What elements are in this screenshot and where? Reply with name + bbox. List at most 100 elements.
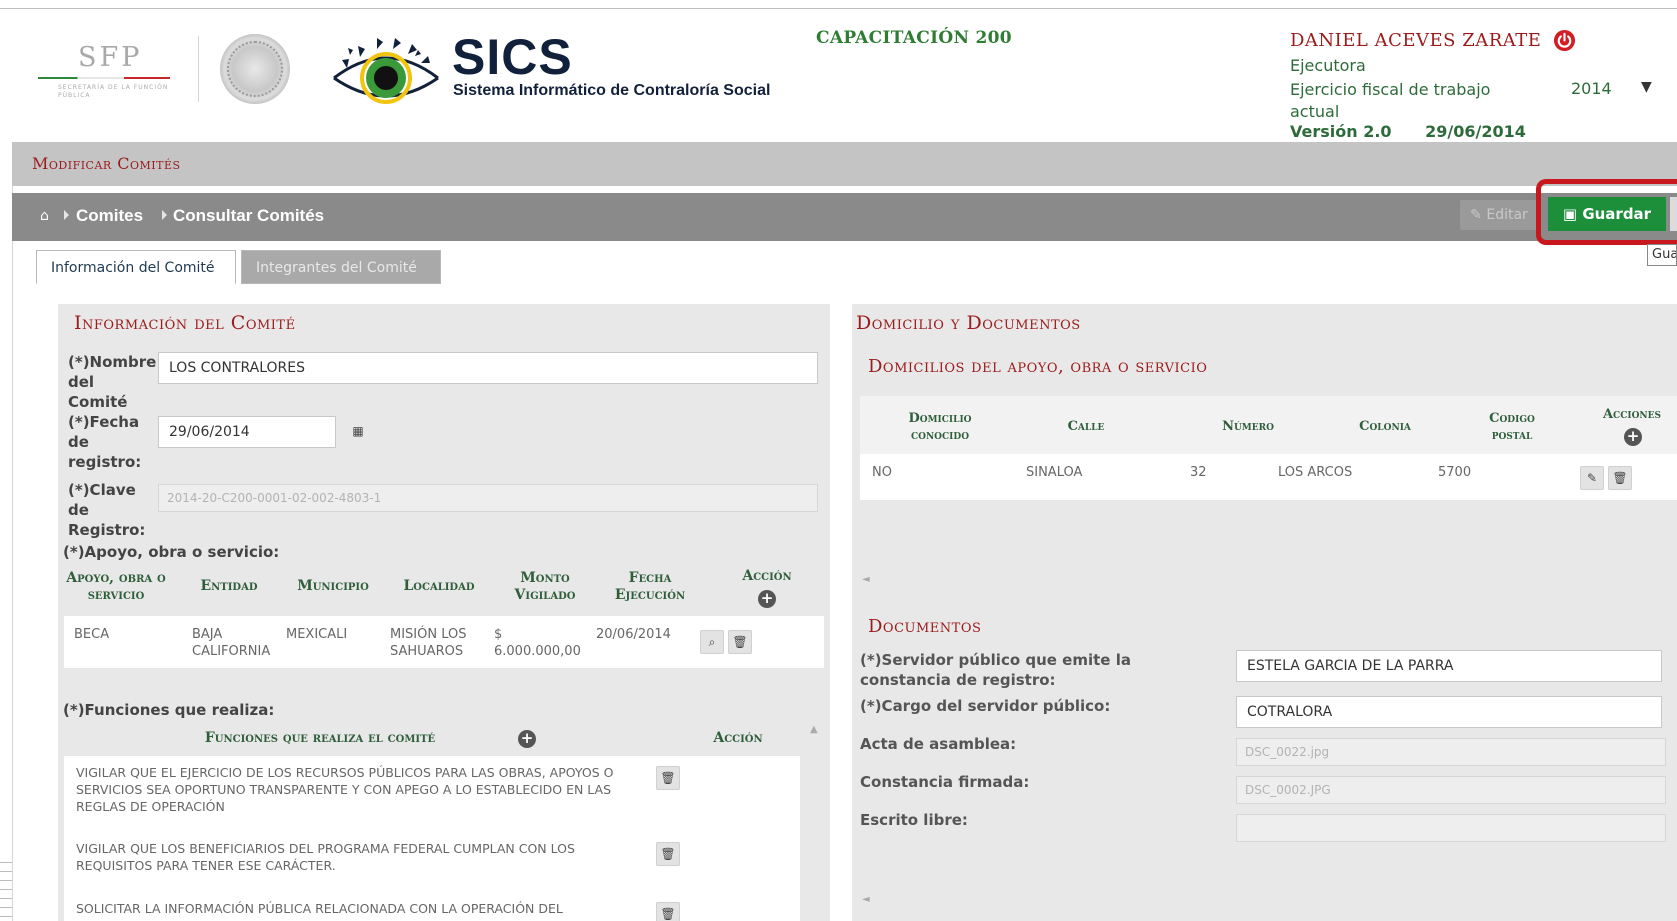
- extra-toolbar-button[interactable]: [1670, 197, 1677, 231]
- servidor-input[interactable]: ESTELA GARCIA DE LA PARRA: [1236, 650, 1662, 682]
- funcion-item: VIGILAR QUE LOS BENEFICIARIOS DEL PROGRA…: [76, 841, 575, 873]
- view-apoyo-icon[interactable]: ⌕: [700, 630, 724, 654]
- sfp-logo-subtitle: SECRETARÍA DE LA FUNCIÓN PÚBLICA: [58, 84, 169, 99]
- edit-domicilio-icon[interactable]: ✎: [1580, 466, 1604, 490]
- tab-integrantes-comite[interactable]: Integrantes del Comité: [241, 250, 441, 284]
- apoyo-header-accion: Acción: [742, 568, 792, 584]
- funciones-list: VIGILAR QUE EL EJERCICIO DE LOS RECURSOS…: [64, 756, 800, 921]
- delete-domicilio-icon[interactable]: 🗑: [1608, 466, 1632, 490]
- domicilios-table: Domicilio conocido Calle Número Colonia …: [860, 396, 1677, 500]
- dom-header-calle: Calle: [1067, 419, 1105, 434]
- sfp-logo-text: SFP: [78, 42, 143, 73]
- delete-funcion-icon[interactable]: 🗑: [656, 766, 680, 790]
- clave-label: (*)Clave de Registro:: [68, 481, 146, 539]
- cargo-input[interactable]: COTRALORA: [1236, 696, 1662, 728]
- user-name: DANIEL ACEVES ZARATE: [1290, 30, 1542, 51]
- domicilio-row: NO SINALOA 32 LOS ARCOS 5700 ✎ 🗑: [860, 454, 1677, 500]
- cargo-label: (*)Cargo del servidor público:: [860, 697, 1111, 715]
- save-tooltip: Gua: [1647, 244, 1677, 266]
- breadcrumb-arrow-icon: [162, 210, 167, 220]
- page-title-bar: Modificar Comités: [12, 142, 1677, 186]
- servidor-label: (*)Servidor público que emite la constan…: [860, 651, 1131, 689]
- escrito-file-field[interactable]: [1236, 814, 1666, 842]
- user-role: Ejecutora: [1290, 56, 1366, 75]
- acta-label: Acta de asamblea:: [860, 735, 1017, 753]
- fiscal-year-label: Ejercicio fiscal de trabajo actual: [1290, 80, 1491, 121]
- add-apoyo-icon[interactable]: +: [758, 590, 776, 608]
- domicilio-title: Domicilio y Documentos: [856, 312, 1081, 334]
- escrito-label: Escrito libre:: [860, 811, 968, 829]
- constancia-label: Constancia firmada:: [860, 773, 1030, 791]
- apoyo-table-row: BECA BAJA CALIFORNIA MEXICALI MISIÓN LOS…: [64, 616, 824, 668]
- left-border: [12, 186, 13, 921]
- nombre-label: (*)Nombre del Comité: [68, 353, 157, 411]
- breadcrumb-bar: ⌂ Comites Consultar Comités ✎ Editar ▣ G…: [12, 193, 1677, 241]
- domicilio-documentos-panel: Domicilio y Documentos Domicilios del ap…: [852, 304, 1677, 921]
- apoyo-header-fecha: Fecha Ejecución: [614, 570, 686, 603]
- constancia-file-field[interactable]: DSC_0002.JPG: [1236, 776, 1666, 804]
- dom-header-numero: Número: [1222, 419, 1274, 434]
- apoyo-cell-fecha: 20/06/2014: [596, 627, 671, 642]
- save-icon: ▣: [1562, 205, 1583, 223]
- save-button-label: Guardar: [1582, 205, 1652, 223]
- dom-cell-conocido: NO: [872, 465, 892, 480]
- delete-funcion-icon[interactable]: 🗑: [656, 842, 680, 866]
- funcion-item: VIGILAR QUE EL EJERCICIO DE LOS RECURSOS…: [76, 765, 614, 814]
- edit-button-label: Editar: [1486, 207, 1528, 223]
- dom-header-cp: Codigo postal: [1489, 411, 1535, 443]
- version-label: Versión 2.0: [1290, 122, 1392, 141]
- apoyo-header-monto: Monto Vigilado: [514, 570, 576, 603]
- calendar-icon[interactable]: ▦: [346, 420, 370, 444]
- caret-down-icon[interactable]: ▼: [1641, 79, 1652, 95]
- breadcrumb-arrow-icon: [64, 210, 69, 220]
- pencil-icon: ✎: [1470, 207, 1487, 223]
- apoyo-cell-apoyo: BECA: [74, 627, 110, 642]
- save-button[interactable]: ▣ Guardar: [1548, 197, 1666, 231]
- tab-informacion-comite[interactable]: Información del Comité: [36, 250, 236, 284]
- scroll-left-icon[interactable]: ◄: [862, 574, 870, 585]
- add-funcion-icon[interactable]: +: [518, 730, 536, 748]
- app-subtitle: Sistema Informático de Contraloría Socia…: [453, 82, 771, 99]
- clave-input: 2014-20-C200-0001-02-002-4803-1: [158, 484, 818, 512]
- acta-file-field[interactable]: DSC_0022.jpg: [1236, 738, 1666, 766]
- apoyo-header-apoyo: Apoyo, obra o servicio: [66, 570, 166, 603]
- edit-button[interactable]: ✎ Editar: [1460, 200, 1538, 230]
- delete-funcion-icon[interactable]: 🗑: [656, 902, 680, 921]
- side-decoration: [0, 862, 12, 918]
- funciones-header-accion: Acción: [713, 730, 763, 746]
- power-icon[interactable]: [1553, 29, 1576, 52]
- apoyo-cell-localidad: MISIÓN LOS SAHUAROS: [390, 627, 467, 659]
- page-title: Modificar Comités: [32, 154, 181, 173]
- fecha-label: (*)Fecha de registro:: [68, 413, 142, 471]
- dom-header-colonia: Colonia: [1359, 419, 1411, 434]
- dom-cell-cp: 5700: [1438, 465, 1472, 480]
- dom-cell-numero: 32: [1190, 465, 1207, 480]
- apoyo-header-localidad: Localidad: [403, 578, 475, 594]
- fecha-input[interactable]: 29/06/2014: [158, 416, 336, 448]
- dom-header-conocido: Domicilio conocido: [908, 411, 972, 443]
- funciones-label: (*)Funciones que realiza:: [63, 701, 275, 719]
- program-name: CAPACITACIÓN 200: [816, 28, 1012, 48]
- apoyo-header-entidad: Entidad: [200, 578, 258, 594]
- eye-logo-icon: [333, 38, 439, 104]
- domicilios-subtitle: Domicilios del apoyo, obra o servicio: [868, 356, 1208, 377]
- add-domicilio-icon[interactable]: +: [1624, 428, 1642, 446]
- apoyo-cell-entidad: BAJA CALIFORNIA: [192, 627, 271, 659]
- delete-apoyo-icon[interactable]: 🗑: [728, 630, 752, 654]
- home-icon[interactable]: ⌂: [40, 208, 49, 224]
- breadcrumb-comites[interactable]: Comites: [76, 206, 143, 226]
- scroll-left-icon[interactable]: ◄: [862, 894, 870, 905]
- dom-cell-calle: SINALOA: [1026, 465, 1083, 480]
- funcion-item: SOLICITAR LA INFORMACIÓN PÚBLICA RELACIO…: [76, 901, 563, 921]
- app-title: SICS: [452, 29, 573, 85]
- top-divider: [0, 8, 1677, 9]
- apoyo-cell-monto: $ 6.000.000,00: [494, 627, 581, 659]
- documentos-title: Documentos: [868, 616, 982, 637]
- fiscal-year-value[interactable]: 2014: [1571, 79, 1612, 98]
- scroll-up-icon[interactable]: ▲: [810, 724, 818, 735]
- apoyo-header-municipio: Municipio: [297, 578, 369, 594]
- breadcrumb-consultar-comites[interactable]: Consultar Comités: [173, 206, 324, 226]
- funciones-header: Funciones que realiza el comité: [204, 730, 436, 746]
- nombre-input[interactable]: LOS CONTRALORES: [158, 352, 818, 384]
- info-comite-panel: Información del Comité (*)Nombre del Com…: [58, 304, 830, 921]
